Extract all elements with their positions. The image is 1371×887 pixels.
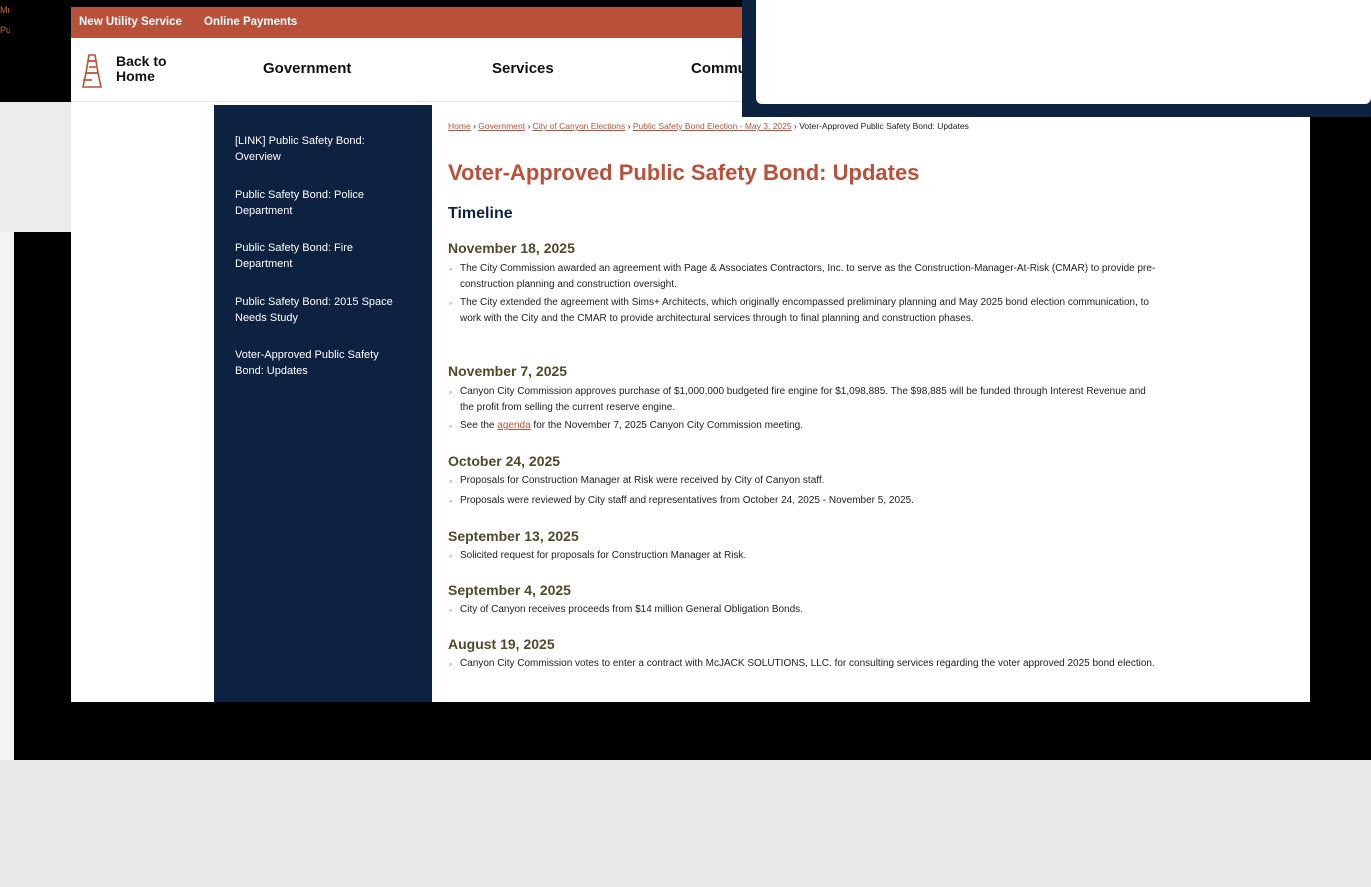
page-title: Voter-Approved Public Safety Bond: Updat… bbox=[448, 160, 920, 185]
timeline-item: Proposals were reviewed by City staff an… bbox=[449, 493, 1160, 509]
date-heading: September 13, 2025 bbox=[448, 528, 579, 544]
timeline-heading: Timeline bbox=[448, 205, 513, 222]
overlay-popup bbox=[742, 0, 1371, 117]
date-heading: October 24, 2025 bbox=[448, 453, 561, 469]
breadcrumb-home[interactable]: Home bbox=[448, 121, 471, 131]
date-heading: November 7, 2025 bbox=[448, 363, 568, 379]
sidebar-item-updates[interactable]: Voter-Approved Public Safety Bond: Updat… bbox=[235, 347, 405, 379]
breadcrumb-separator: › bbox=[473, 121, 476, 131]
city-tower-logo-icon bbox=[82, 54, 102, 88]
clipped-left-text: Mu Pu bbox=[0, 0, 10, 40]
breadcrumb-current: Voter-Approved Public Safety Bond: Updat… bbox=[799, 121, 969, 131]
sidebar-item-overview[interactable]: [LINK] Public Safety Bond: Overview bbox=[235, 133, 405, 165]
agenda-link[interactable]: agenda bbox=[497, 420, 530, 431]
new-utility-service-link[interactable]: New Utility Service bbox=[79, 7, 182, 38]
nav-services[interactable]: Services bbox=[492, 60, 554, 77]
timeline-item: Solicited request for proposals for Cons… bbox=[449, 548, 1160, 564]
bottom-panel bbox=[14, 760, 1369, 887]
sidebar-item-police[interactable]: Public Safety Bond: Police Department bbox=[235, 187, 405, 219]
breadcrumb-separator: › bbox=[627, 121, 631, 131]
overlay-popup-body bbox=[756, 0, 1371, 104]
sidebar-item-space-needs[interactable]: Public Safety Bond: 2015 Space Needs Stu… bbox=[235, 294, 405, 326]
online-payments-link[interactable]: Online Payments bbox=[204, 7, 297, 38]
section-sidebar: [LINK] Public Safety Bond: Overview Publ… bbox=[214, 105, 432, 702]
timeline-item: Canyon City Commission votes to enter a … bbox=[449, 656, 1160, 672]
agenda-text-after: for the November 7, 2025 Canyon City Com… bbox=[530, 420, 803, 431]
timeline-item: Proposals for Construction Manager at Ri… bbox=[449, 473, 1160, 489]
main-content: Home › Government › City of Canyon Elect… bbox=[448, 121, 1168, 672]
nav-community[interactable]: Commu bbox=[691, 60, 747, 77]
breadcrumb-separator: › bbox=[794, 121, 797, 131]
breadcrumb-bond-election[interactable]: Public Safety Bond Election - May 3, 202… bbox=[633, 121, 792, 131]
date-heading: August 19, 2025 bbox=[448, 636, 555, 652]
timeline-item: The City extended the agreement with Sim… bbox=[449, 295, 1160, 327]
nav-government[interactable]: Government bbox=[263, 60, 351, 77]
left-edge-strip bbox=[0, 232, 14, 760]
timeline-item: The City Commission awarded an agreement… bbox=[449, 261, 1160, 293]
breadcrumb-elections[interactable]: City of Canyon Elections bbox=[533, 121, 626, 131]
breadcrumb-government[interactable]: Government bbox=[478, 121, 525, 131]
breadcrumb-separator: › bbox=[527, 121, 531, 131]
timeline-item-agenda: See the agenda for the November 7, 2025 … bbox=[449, 418, 1160, 434]
clipped-text-2: Pu bbox=[0, 25, 10, 35]
sidebar-item-fire[interactable]: Public Safety Bond: Fire Department bbox=[235, 240, 405, 272]
agenda-text-before: See the bbox=[460, 420, 498, 431]
back-to-home-label: Back to Home bbox=[116, 53, 167, 84]
timeline-item: City of Canyon receives proceeds from $1… bbox=[449, 602, 1160, 618]
timeline-item: Canyon City Commission approves purchase… bbox=[449, 384, 1160, 416]
breadcrumb: Home › Government › City of Canyon Elect… bbox=[448, 121, 1168, 131]
date-heading: November 18, 2025 bbox=[448, 240, 575, 256]
clipped-text-1: Mu bbox=[0, 5, 10, 15]
left-gray-panel bbox=[0, 102, 71, 232]
date-heading: September 4, 2025 bbox=[448, 582, 571, 598]
